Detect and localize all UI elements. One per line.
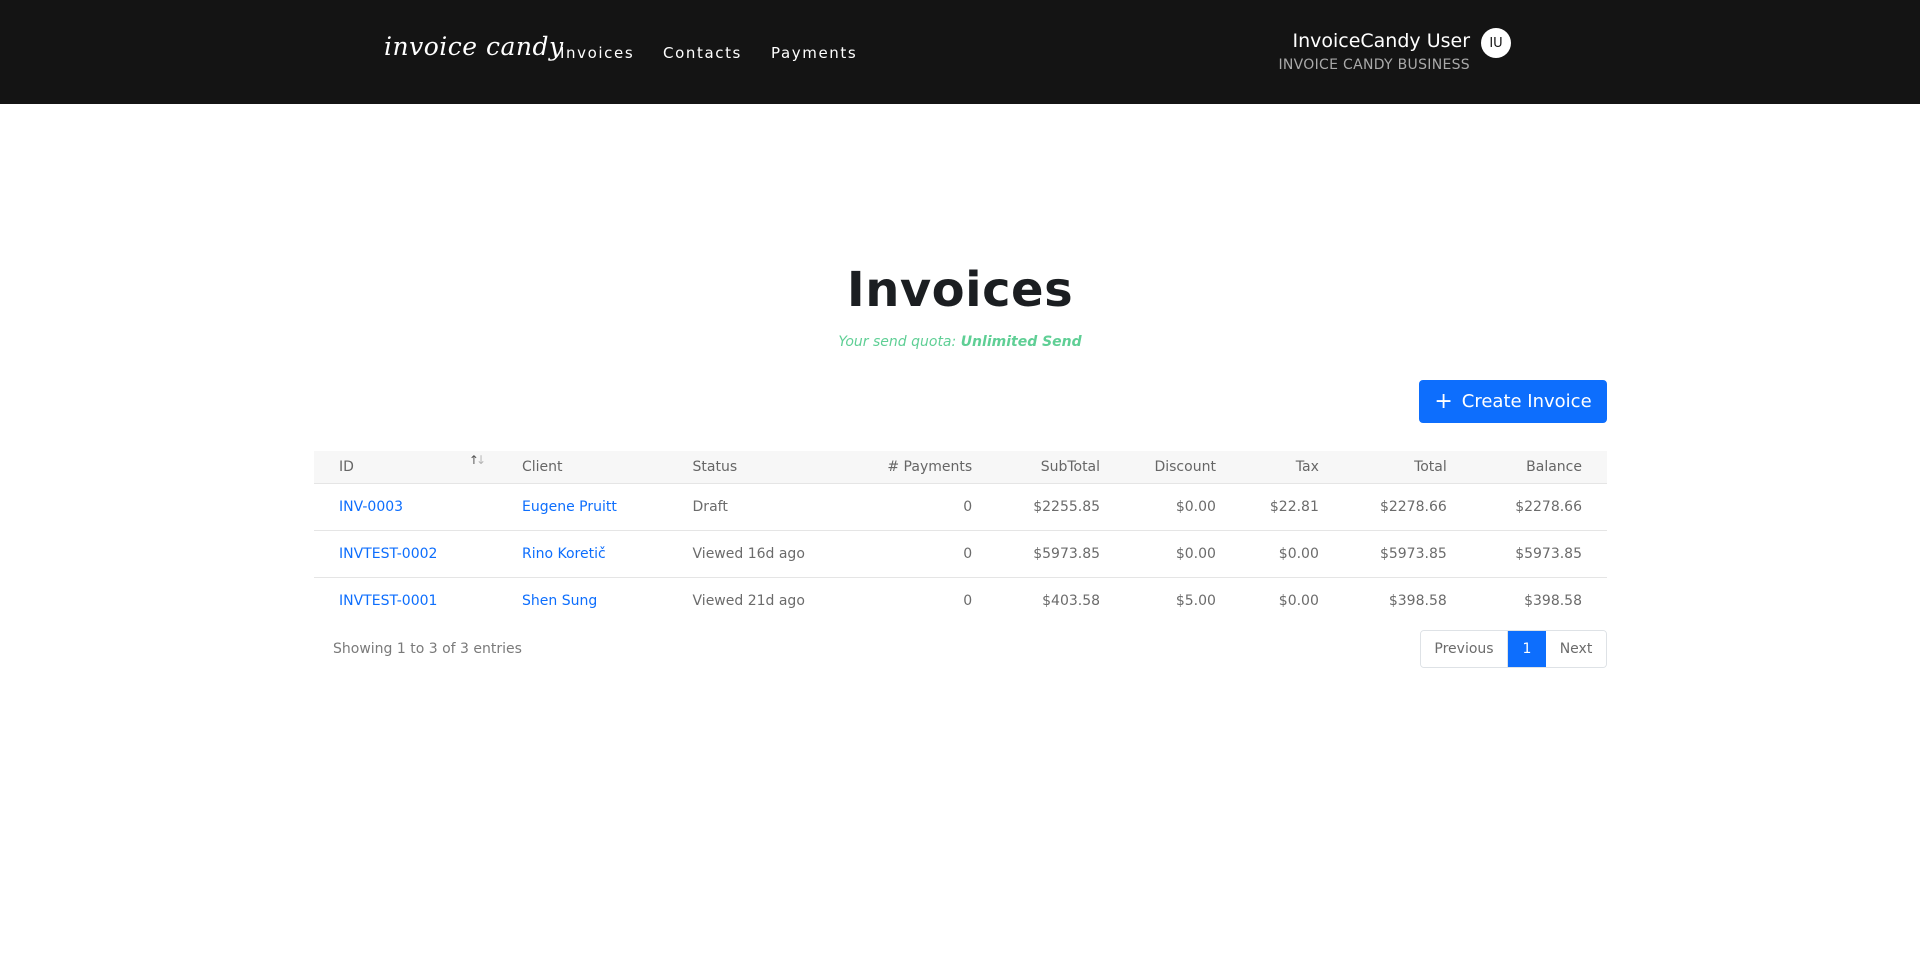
page-title: Invoices xyxy=(846,262,1074,318)
table-row: INVTEST-0001 Shen Sung Viewed 21d ago 0 … xyxy=(314,577,1607,624)
user-name[interactable]: InvoiceCandy User xyxy=(1292,30,1470,52)
create-invoice-label: Create Invoice xyxy=(1461,391,1592,412)
discount-cell: $5.00 xyxy=(1175,592,1216,609)
table-row: INVTEST-0002 Rino Koretič Viewed 16d ago… xyxy=(314,530,1607,578)
page-1-button[interactable]: 1 xyxy=(1508,631,1546,667)
total-cell: $2278.66 xyxy=(1343,483,1472,531)
nav-invoices[interactable]: Invoices xyxy=(560,44,634,62)
table-header-row: ID ↑↓ Client Status # Payments SubTotal … xyxy=(314,451,1607,484)
tax-cell: $0.00 xyxy=(1240,530,1344,578)
column-header-payments[interactable]: # Payments xyxy=(852,451,998,484)
subtotal-cell: $2255.85 xyxy=(997,483,1126,531)
client-link[interactable]: Rino Koretič xyxy=(522,546,606,562)
pagination: Previous 1 Next xyxy=(1420,630,1607,668)
top-navbar: invoice candy Invoices Contacts Payments… xyxy=(0,0,1920,104)
avatar[interactable]: IU xyxy=(1481,28,1511,58)
status-cell: Draft xyxy=(667,483,853,531)
plus-icon: + xyxy=(1434,388,1453,414)
column-header-id[interactable]: ID ↑↓ xyxy=(314,451,497,484)
client-link[interactable]: Shen Sung xyxy=(522,593,597,609)
column-header-discount[interactable]: Discount xyxy=(1125,451,1241,484)
app-logo[interactable]: invoice candy xyxy=(384,32,564,61)
send-quota-value: Unlimited Send xyxy=(960,334,1082,350)
client-link[interactable]: Eugene Pruitt xyxy=(522,499,617,515)
balance-cell: $2278.66 xyxy=(1471,483,1607,531)
next-page-button[interactable]: Next xyxy=(1546,631,1606,667)
subtotal-cell: $403.58 xyxy=(1042,592,1101,609)
business-name: INVOICE CANDY BUSINESS xyxy=(1278,57,1470,73)
column-header-subtotal[interactable]: SubTotal xyxy=(997,451,1126,484)
column-header-total[interactable]: Total xyxy=(1343,451,1472,484)
payments-cell: 0 xyxy=(852,483,998,531)
send-quota: Your send quota: Unlimited Send xyxy=(0,334,1920,350)
table-row: INV-0003 Eugene Pruitt Draft 0 $2255.85 … xyxy=(314,483,1607,531)
sort-icon: ↑↓ xyxy=(468,453,486,467)
entries-info: Showing 1 to 3 of 3 entries xyxy=(333,641,522,657)
status-cell: Viewed 16d ago xyxy=(667,530,853,578)
previous-page-button[interactable]: Previous xyxy=(1421,631,1508,667)
invoice-id-link[interactable]: INVTEST-0001 xyxy=(339,593,437,609)
subtotal-cell: $5973.85 xyxy=(997,530,1126,578)
tax-cell: $0.00 xyxy=(1278,592,1319,609)
column-header-status[interactable]: Status xyxy=(667,451,853,484)
column-header-balance[interactable]: Balance xyxy=(1471,451,1607,484)
column-header-tax[interactable]: Tax xyxy=(1240,451,1344,484)
nav-contacts[interactable]: Contacts xyxy=(663,44,742,62)
send-quota-label: Your send quota: xyxy=(838,334,957,350)
create-invoice-button[interactable]: + Create Invoice xyxy=(1419,380,1607,423)
balance-cell: $5973.85 xyxy=(1471,530,1607,578)
column-header-client[interactable]: Client xyxy=(497,451,668,484)
payments-cell: 0 xyxy=(852,530,998,578)
balance-cell: $398.58 xyxy=(1524,592,1582,609)
invoice-id-link[interactable]: INV-0003 xyxy=(339,499,403,515)
discount-cell: $0.00 xyxy=(1125,483,1241,531)
total-cell: $5973.85 xyxy=(1343,530,1472,578)
status-cell: Viewed 21d ago xyxy=(692,592,805,609)
payments-cell: 0 xyxy=(963,592,973,609)
nav-payments[interactable]: Payments xyxy=(771,44,857,62)
invoices-table: ID ↑↓ Client Status # Payments SubTotal … xyxy=(314,451,1607,624)
total-cell: $398.58 xyxy=(1388,592,1447,609)
tax-cell: $22.81 xyxy=(1240,483,1344,531)
invoice-id-link[interactable]: INVTEST-0002 xyxy=(339,546,437,562)
discount-cell: $0.00 xyxy=(1125,530,1241,578)
